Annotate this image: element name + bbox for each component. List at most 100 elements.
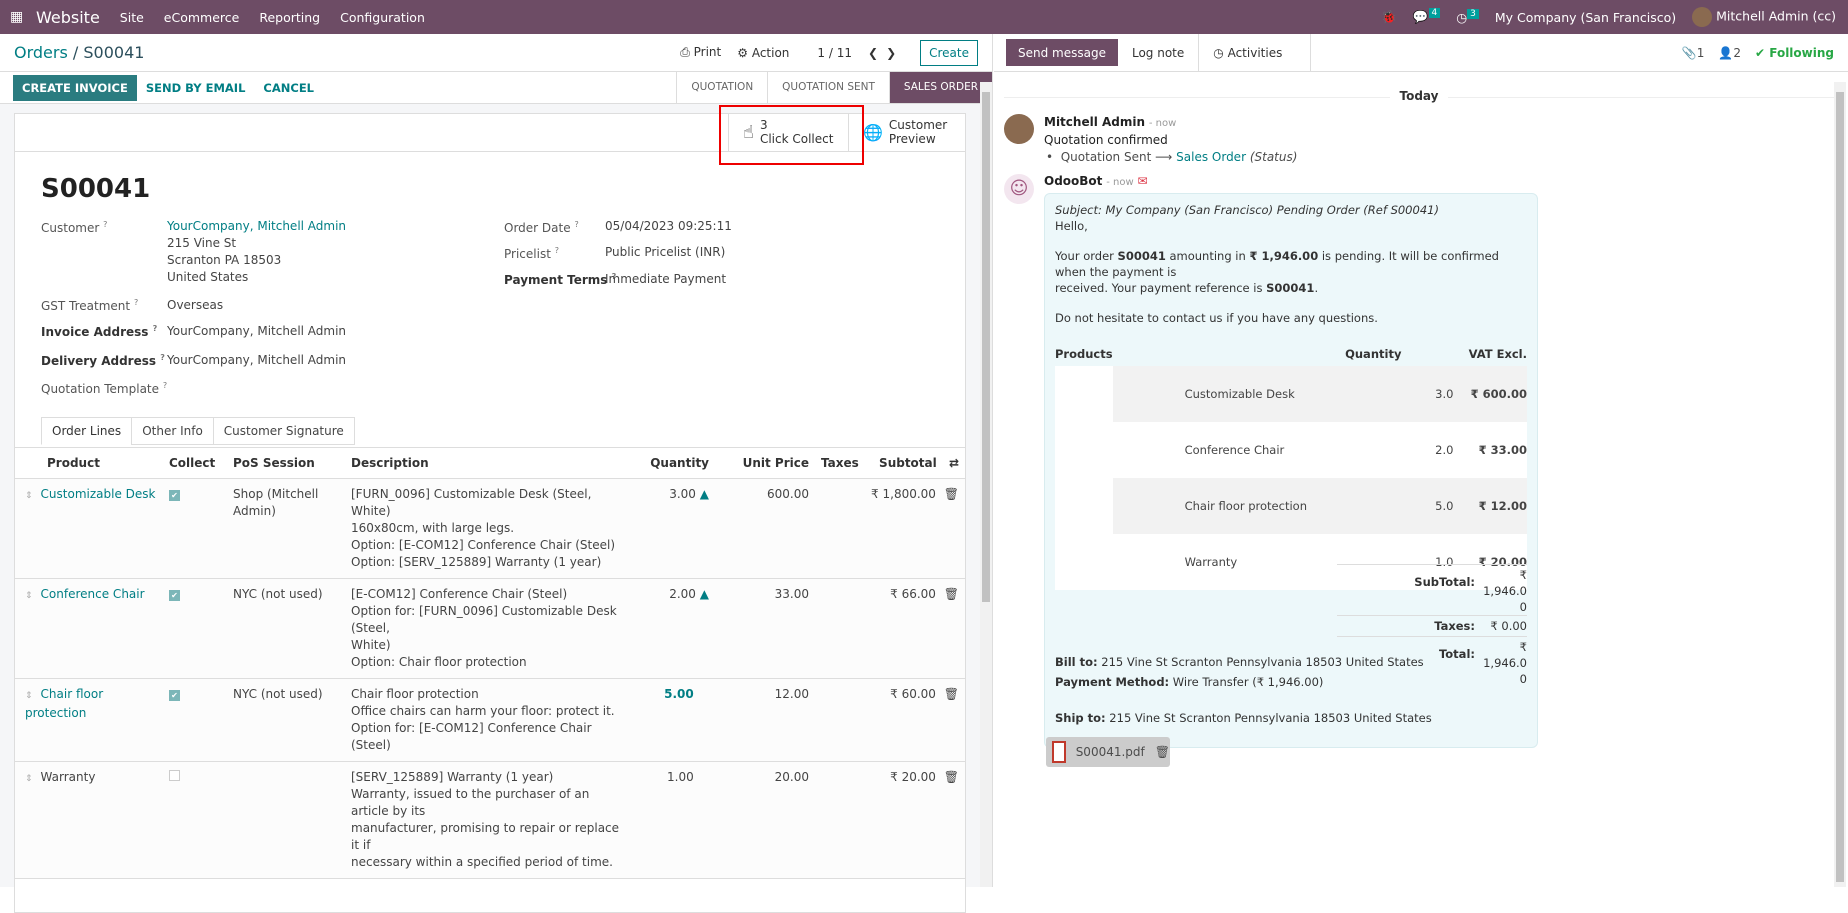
delivery-address-value[interactable]: YourCompany, Mitchell Admin [167,352,346,369]
activities-button[interactable]: ◷ 3 [1456,8,1479,25]
scrollbar-thumb[interactable] [982,92,990,602]
product-cell[interactable]: Customizable Desk [41,487,156,501]
customer-preview-button[interactable]: 🌐 Customer Preview [848,114,966,151]
column-settings-icon[interactable]: ⇄ [949,456,959,470]
col-product[interactable]: Product [15,447,163,479]
pos-session-cell[interactable]: NYC (not used) [227,678,345,762]
quantity-cell[interactable]: 5.00 [635,678,715,762]
taxes-cell[interactable] [815,578,865,679]
product-cell[interactable]: Chair floor protection [25,687,103,720]
col-collect[interactable]: Collect [163,447,227,479]
create-button[interactable]: Create [920,39,978,66]
col-subtotal[interactable]: Subtotal ⇄ [865,447,965,479]
drag-handle-icon[interactable]: ⇕ [25,691,33,701]
odoobot-avatar[interactable]: ☺ [1004,174,1034,204]
pos-session-cell[interactable] [227,761,345,879]
col-unit-price[interactable]: Unit Price [715,447,815,479]
taxes-cell[interactable] [815,678,865,762]
status-quotation[interactable]: QUOTATION [676,72,767,103]
pos-session-cell[interactable]: NYC (not used) [227,578,345,679]
menu-configuration[interactable]: Configuration [340,10,425,25]
status-sales-order[interactable]: SALES ORDER [888,72,992,103]
trash-icon[interactable]: 🗑 [944,687,959,701]
form-scrollbar[interactable] [980,82,992,887]
col-pos-session[interactable]: PoS Session [227,447,345,479]
trash-icon[interactable]: 🗑 [1155,745,1170,759]
messages-button[interactable]: 💬 4 [1413,8,1441,25]
send-message-button[interactable]: Send message [1006,39,1118,66]
menu-ecommerce[interactable]: eCommerce [164,10,240,25]
order-line-row[interactable]: ⇕ Warranty [SERV_125889] Warranty (1 year… [15,761,965,879]
unit-price-cell[interactable]: 12.00 [715,678,815,762]
collect-checkbox[interactable]: ✔ [169,690,180,701]
user-menu[interactable]: Mitchell Admin (cc) [1692,7,1836,27]
pager-prev-icon[interactable]: ❮ [868,46,878,60]
collect-checkbox[interactable] [169,770,180,781]
tab-customer-signature[interactable]: Customer Signature [212,417,355,445]
invoice-address-value[interactable]: YourCompany, Mitchell Admin [167,323,346,340]
drag-handle-icon[interactable]: ⇕ [25,491,33,501]
scrollbar-thumb[interactable] [1836,92,1844,882]
col-taxes[interactable]: Taxes [815,447,865,479]
trash-icon[interactable]: 🗑 [944,587,959,601]
payment-terms-value[interactable]: Immediate Payment [605,271,726,288]
pos-session-cell[interactable]: Shop (Mitchell Admin) [227,478,345,579]
message-author[interactable]: Mitchell Admin [1044,115,1145,129]
description-cell[interactable]: [SERV_125889] Warranty (1 year) Warranty,… [345,761,635,879]
message-author[interactable]: OdooBot [1044,174,1102,188]
product-cell[interactable]: Conference Chair [41,587,145,601]
company-switcher[interactable]: My Company (San Francisco) [1495,10,1676,25]
description-cell[interactable]: [FURN_0096] Customizable Desk (Steel, Wh… [345,478,635,579]
author-avatar[interactable] [1004,114,1034,144]
tab-order-lines[interactable]: Order Lines [41,417,133,445]
menu-site[interactable]: Site [120,10,144,25]
debug-bug-icon[interactable]: 🐞 [1381,9,1397,25]
drag-handle-icon[interactable]: ⇕ [25,591,33,601]
chatter-scrollbar[interactable] [1834,82,1846,887]
trash-icon[interactable]: 🗑 [944,770,959,784]
unit-price-cell[interactable]: 33.00 [715,578,815,679]
customer-field[interactable]: YourCompany, Mitchell Admin 215 Vine St Sc… [167,218,346,286]
order-date-value[interactable]: 05/04/2023 09:25:11 [605,218,732,235]
drag-handle-icon[interactable]: ⇕ [25,774,33,784]
breadcrumb-orders[interactable]: Orders [14,43,68,62]
apps-menu-icon[interactable]: ▦ [10,9,26,25]
forecast-chart-icon[interactable]: ▲ [700,587,709,601]
unit-price-cell[interactable]: 20.00 [715,761,815,879]
forecast-chart-icon[interactable]: ▲ [700,487,709,501]
col-description[interactable]: Description [345,447,635,479]
quantity-cell[interactable]: 3.00 ▲ [635,478,715,579]
menu-reporting[interactable]: Reporting [259,10,320,25]
pricelist-value[interactable]: Public Pricelist (INR) [605,244,725,261]
send-by-email-button[interactable]: SEND BY EMAIL [137,75,255,101]
customer-value[interactable]: YourCompany, Mitchell Admin [167,218,346,235]
pager-value[interactable]: 1 / 11 [817,46,852,60]
collect-checkbox[interactable]: ✔ [169,490,180,501]
col-quantity[interactable]: Quantity [635,447,715,479]
order-line-row[interactable]: ⇕ Chair floor protection ✔ NYC (not used)… [15,678,965,762]
followers-button[interactable]: 👤2 [1718,46,1741,60]
order-line-row[interactable]: ⇕ Conference Chair ✔ NYC (not used) [E-CO… [15,578,965,679]
app-name[interactable]: Website [36,8,100,27]
pager-next-icon[interactable]: ❯ [886,46,896,60]
quantity-cell[interactable]: 1.00 [635,761,715,879]
attachment-pdf[interactable]: S00041.pdf 🗑 [1046,737,1170,767]
print-button[interactable]: ⎙ Print [680,45,721,60]
unit-price-cell[interactable]: 600.00 [715,478,815,579]
gst-value[interactable]: Overseas [167,297,223,314]
log-note-button[interactable]: Log note [1118,34,1200,71]
collect-checkbox[interactable]: ✔ [169,590,180,601]
create-invoice-button[interactable]: CREATE INVOICE [13,74,137,101]
activities-button[interactable]: ◷ Activities [1199,34,1312,71]
taxes-cell[interactable] [815,761,865,879]
tab-other-info[interactable]: Other Info [131,417,214,445]
trash-icon[interactable]: 🗑 [944,487,959,501]
order-line-row[interactable]: ⇕ Customizable Desk ✔ Shop (Mitchell Admi… [15,478,965,579]
description-cell[interactable]: Chair floor protection Office chairs can … [345,678,635,762]
action-button[interactable]: ⚙ Action [737,46,789,60]
taxes-cell[interactable] [815,478,865,579]
following-button[interactable]: ✔ Following [1755,46,1834,60]
quantity-cell[interactable]: 2.00 ▲ [635,578,715,679]
attachments-button[interactable]: 📎1 [1682,46,1705,60]
description-cell[interactable]: [E-COM12] Conference Chair (Steel) Option… [345,578,635,679]
